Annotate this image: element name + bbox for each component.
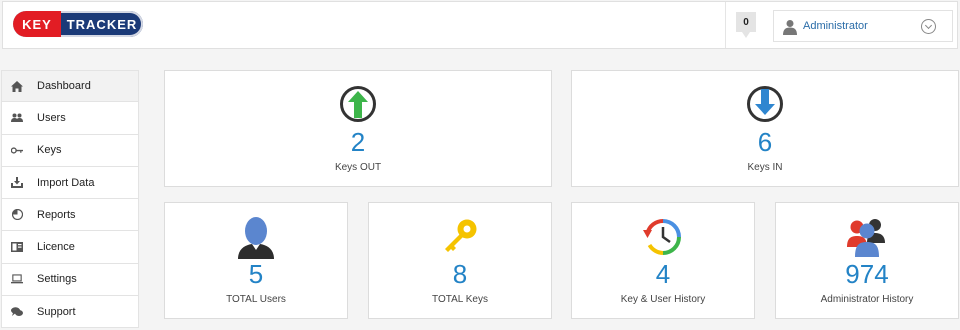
administrator-history-card[interactable]: 974 Administrator History [775,202,959,319]
total-users-value: 5 [248,259,264,289]
key-user-history-card[interactable]: 4 Key & User History [571,202,755,319]
arrow-down-circle-icon [747,86,783,122]
total-users-label: TOTAL Users [226,294,286,305]
keys-in-card[interactable]: 6 Keys IN [571,70,959,187]
licence-icon [11,241,23,253]
total-keys-value: 8 [452,259,468,289]
sidebar-item-label: Import Data [37,176,95,189]
import-icon [11,177,23,189]
sidebar-item-label: Reports [37,208,76,221]
pie-chart-icon [11,209,23,221]
logo-tracker-text: TRACKER [66,16,138,32]
keys-out-card[interactable]: 2 Keys OUT [164,70,552,187]
sidebar-item-label: Users [37,111,66,124]
admin-group-icon [847,219,885,257]
sidebar-item-label: Dashboard [37,80,91,93]
user-icon [783,20,797,35]
sidebar-item-users[interactable]: Users [1,102,139,135]
sidebar-item-keys[interactable]: Keys [1,134,139,167]
sidebar-item-licence[interactable]: Licence [1,231,139,264]
chat-icon [11,306,23,318]
laptop-icon [11,273,23,285]
sidebar-item-support[interactable]: Support [1,296,139,329]
key-icon [11,144,23,156]
notification-count-badge[interactable]: 0 [736,12,756,38]
history-icon [643,219,681,255]
sidebar-item-reports[interactable]: Reports [1,199,139,232]
keys-out-label: Keys OUT [334,162,382,173]
key-user-history-label: Key & User History [620,294,706,305]
sidebar-item-label: Settings [37,273,77,286]
key-user-history-value: 4 [655,259,671,289]
user-name[interactable]: Administrator [803,20,868,32]
sidebar-item-dashboard[interactable]: Dashboard [1,70,139,103]
total-users-card[interactable]: 5 TOTAL Users [164,202,348,319]
user-icon [238,217,274,259]
top-header: KEY TRACKER 0 Administrator [2,1,958,49]
keys-in-value: 6 [757,127,773,157]
logo-key-text: KEY [13,11,61,37]
chevron-down-icon[interactable] [921,19,936,34]
sidebar-item-label: Support [37,305,76,318]
sidebar-item-label: Keys [37,144,62,157]
arrow-up-circle-icon [340,86,376,122]
users-icon [11,112,23,124]
sidebar-item-label: Licence [37,241,75,254]
sidebar-item-settings[interactable]: Settings [1,263,139,297]
administrator-history-label: Administrator History [820,294,914,305]
key-tracker-logo[interactable]: KEY TRACKER [13,11,143,37]
administrator-history-value: 974 [845,259,889,289]
key-icon [445,219,477,252]
keys-in-label: Keys IN [747,162,783,173]
home-icon [11,80,23,92]
user-menu[interactable]: Administrator [773,10,953,42]
sidebar-nav: Dashboard Users Keys Import Data Reports… [1,70,139,329]
total-keys-label: TOTAL Keys [432,294,488,305]
total-keys-card[interactable]: 8 TOTAL Keys [368,202,552,319]
notifications[interactable]: 0 [725,2,765,48]
sidebar-item-import-data[interactable]: Import Data [1,166,139,200]
keys-out-value: 2 [350,127,366,157]
